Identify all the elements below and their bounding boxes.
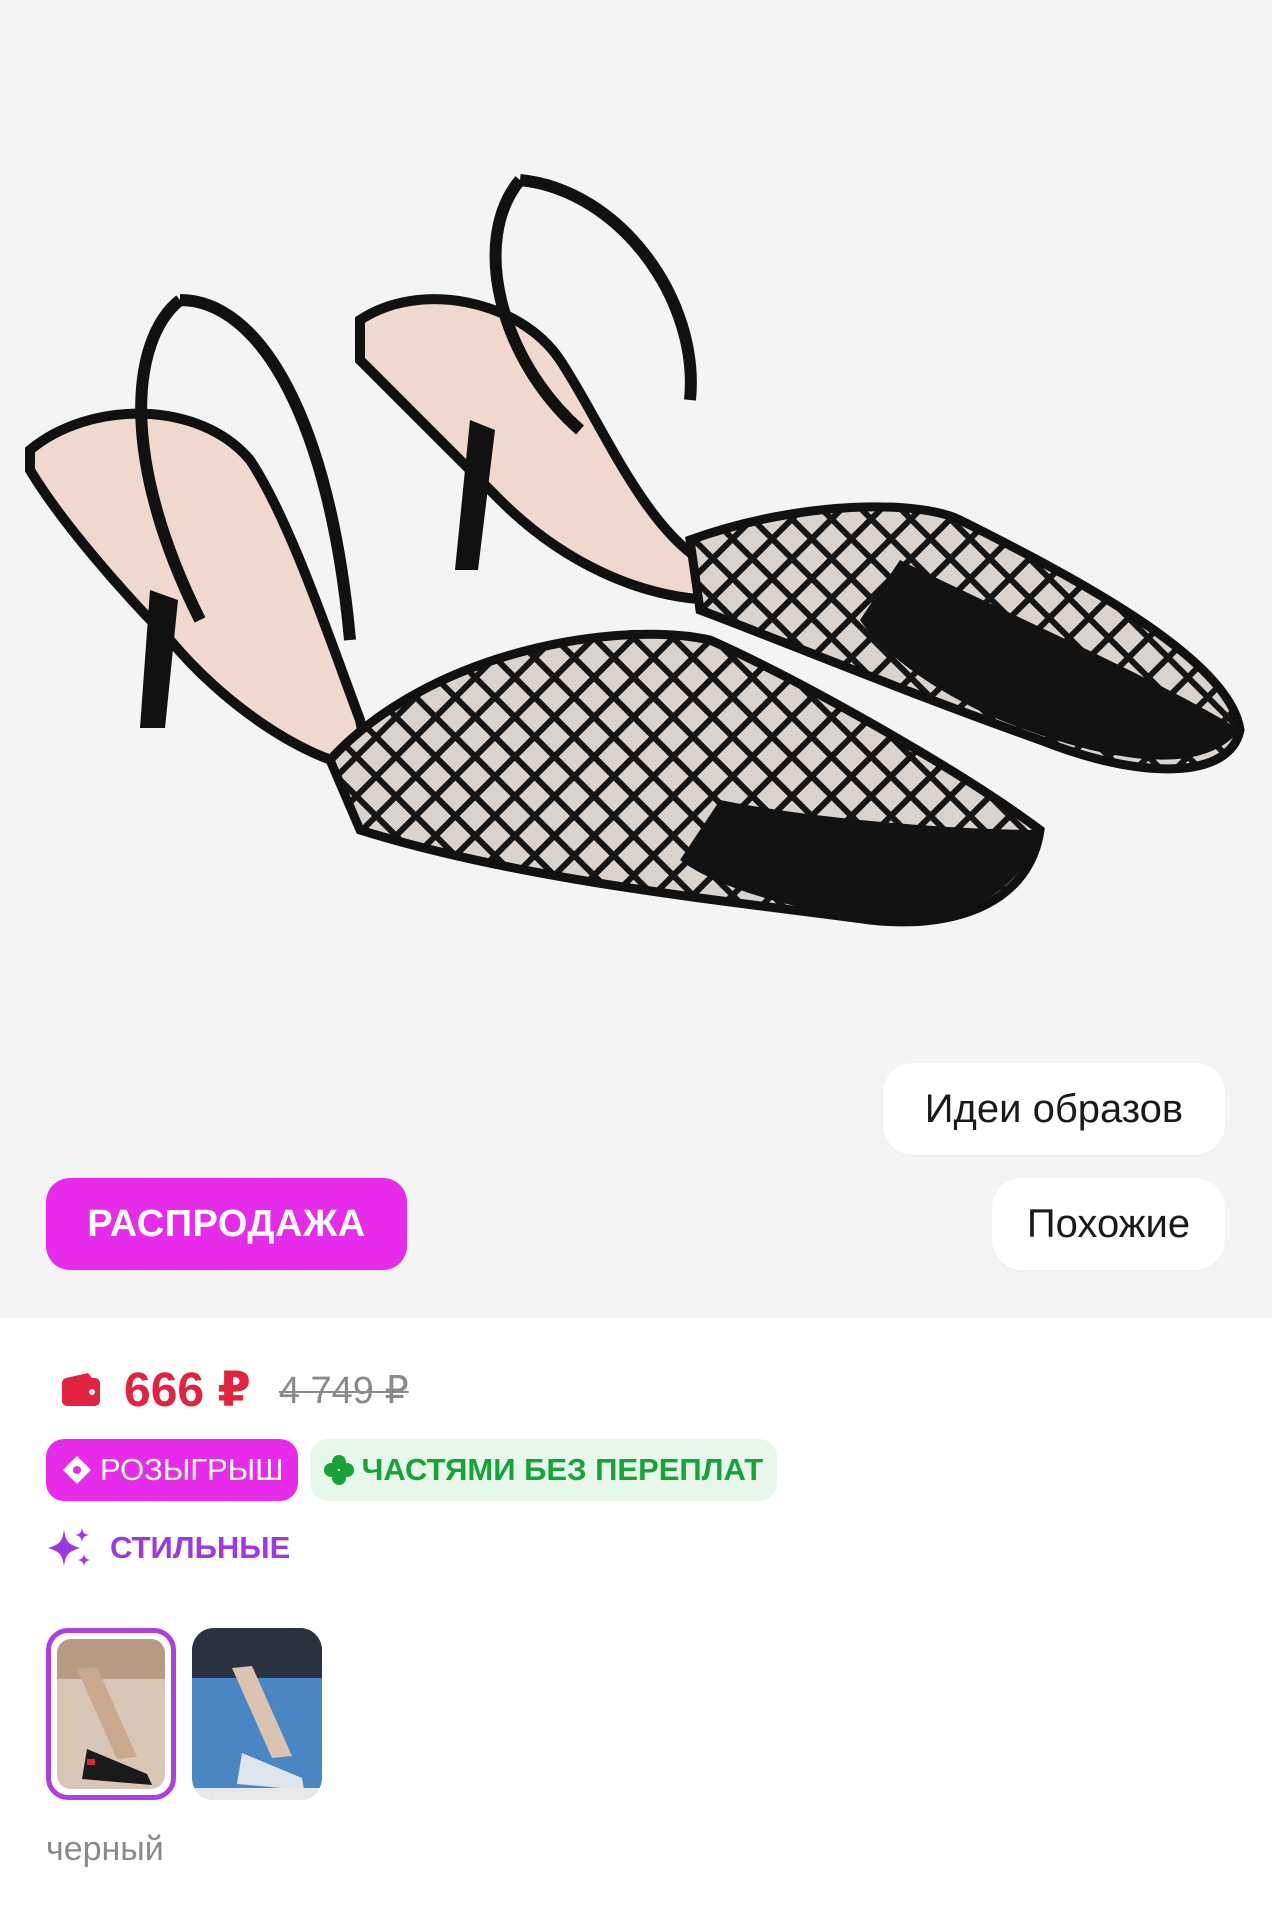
outfit-ideas-button[interactable]: Идеи образов xyxy=(883,1063,1225,1155)
wallet-icon xyxy=(62,1373,100,1406)
promo-badges: РОЗЫГРЫШ ЧАСТЯМИ БЕЗ ПЕРЕПЛАТ xyxy=(46,1438,778,1502)
stylish-tag[interactable]: СТИЛЬНЫЕ xyxy=(46,1522,290,1574)
current-price: 666 ₽ xyxy=(124,1364,251,1417)
selected-color-name: черный xyxy=(46,1830,164,1868)
color-variant-black[interactable] xyxy=(46,1628,176,1800)
installments-badge[interactable]: ЧАСТЯМИ БЕЗ ПЕРЕПЛАТ xyxy=(309,1439,778,1501)
variant-thumbnail xyxy=(57,1639,165,1789)
variant-thumbnail xyxy=(192,1628,322,1800)
installments-label: ЧАСТЯМИ БЕЗ ПЕРЕПЛАТ xyxy=(361,1452,764,1487)
ticket-icon xyxy=(63,1456,91,1484)
similar-products-button[interactable]: Похожие xyxy=(992,1178,1225,1270)
color-variant-list xyxy=(46,1628,322,1800)
stylish-label: СТИЛЬНЫЕ xyxy=(110,1530,291,1565)
color-variant-silver[interactable] xyxy=(192,1628,322,1800)
old-price: 4 749 ₽ xyxy=(278,1369,409,1412)
raffle-label: РОЗЫГРЫШ xyxy=(100,1452,284,1487)
price-row: 666 ₽ 4 749 ₽ xyxy=(60,1360,409,1420)
raffle-badge[interactable]: РОЗЫГРЫШ xyxy=(46,1439,298,1501)
product-image-gallery[interactable]: Идеи образов Похожие РАСПРОДАЖА xyxy=(0,0,1272,1318)
sale-badge: РАСПРОДАЖА xyxy=(46,1178,407,1270)
clover-icon xyxy=(323,1455,354,1485)
sparkles-icon xyxy=(48,1528,90,1566)
